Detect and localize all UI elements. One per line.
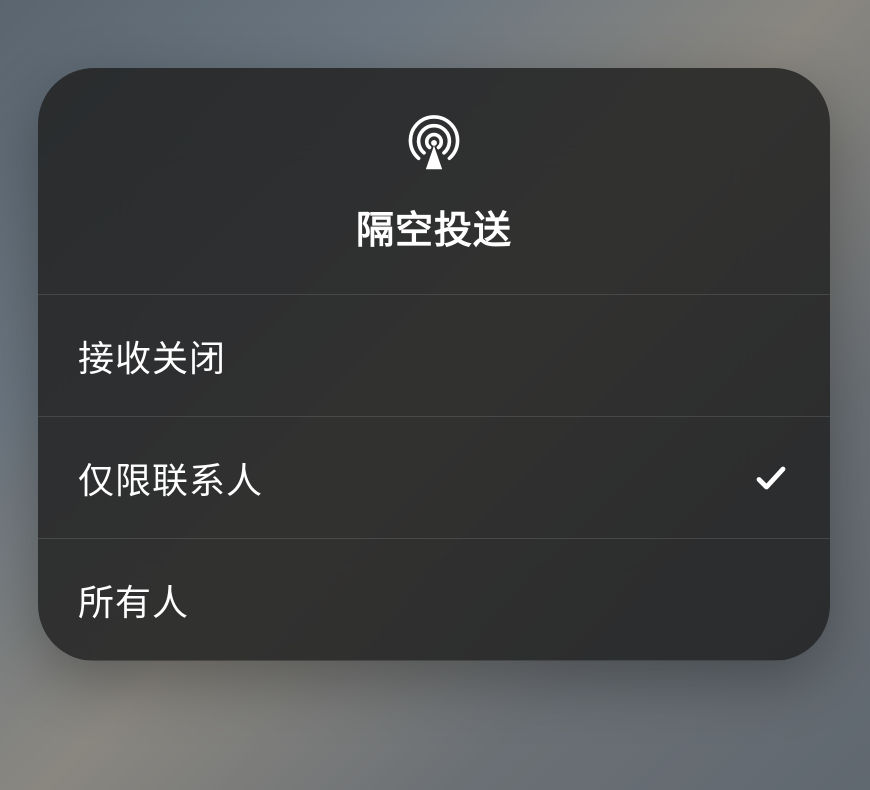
- option-contacts-only[interactable]: 仅限联系人: [38, 417, 830, 539]
- airdrop-popup: 隔空投送 接收关闭 仅限联系人 所有人: [38, 68, 830, 661]
- checkmark-icon: [752, 459, 790, 497]
- option-list: 接收关闭 仅限联系人 所有人: [38, 295, 830, 661]
- option-receiving-off[interactable]: 接收关闭: [38, 295, 830, 417]
- airdrop-icon: [405, 113, 463, 171]
- option-label: 接收关闭: [78, 330, 226, 382]
- option-everyone[interactable]: 所有人: [38, 539, 830, 661]
- option-label: 仅限联系人: [78, 452, 263, 504]
- popup-title: 隔空投送: [356, 199, 512, 254]
- option-label: 所有人: [78, 574, 189, 626]
- popup-header: 隔空投送: [38, 68, 830, 295]
